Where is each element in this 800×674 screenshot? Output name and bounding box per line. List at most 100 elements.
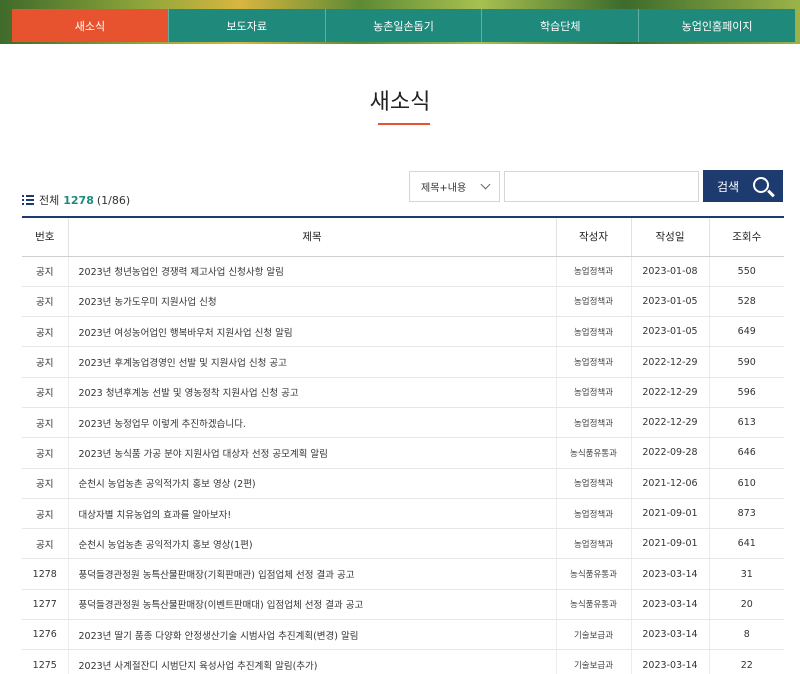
cell-author: 농업정책과 (556, 346, 632, 378)
cell-date: 2021-09-01 (631, 528, 710, 560)
nav-item-study-groups[interactable]: 학습단체 (482, 9, 640, 42)
table-row[interactable]: 공지 2023 청년후계농 선발 및 영농정착 지원사업 신청 공고 농업정책과 20… (22, 377, 784, 408)
total-number: 1278 (63, 193, 94, 207)
cell-title-link[interactable]: 순천시 농업농촌 공익적가치 홍보 영상(1편) (68, 528, 557, 560)
cell-title-link[interactable]: 순천시 농업농촌 공익적가치 홍보 영상 (2편) (68, 468, 557, 499)
cell-date: 2022-12-29 (631, 377, 710, 408)
search-type-value: 제목+내용 (421, 183, 467, 194)
nav-item-press[interactable]: 보도자료 (168, 9, 326, 42)
search-input[interactable] (504, 171, 699, 202)
table-row[interactable]: 1275 2023년 사계절잔디 시범단지 육성사업 추진계획 알림(추가) 기술보… (22, 649, 784, 674)
cell-views: 8 (709, 619, 784, 651)
total-label: 전체 (39, 194, 60, 207)
cell-date: 2022-09-28 (631, 437, 710, 469)
table-row[interactable]: 공지 대상자별 치유농업의 효과를 알아보자! 농업정책과 2021-09-01 873 (22, 498, 784, 530)
table-row[interactable]: 공지 2023년 농가도우미 지원사업 신청 농업정책과 2023-01-05 528 (22, 286, 784, 318)
cell-date: 2023-01-08 (631, 256, 710, 287)
cell-views: 22 (709, 649, 784, 674)
cell-title-link[interactable]: 2023년 후계농업경영인 선발 및 지원사업 신청 공고 (68, 346, 557, 378)
page-title: 새소식 (369, 90, 431, 115)
cell-date: 2023-03-14 (631, 619, 710, 651)
nav-item-news[interactable]: 새소식 (12, 9, 169, 42)
cell-views: 649 (709, 316, 784, 348)
cell-title-link[interactable]: 2023년 사계절잔디 시범단지 육성사업 추진계획 알림(추가) (68, 649, 557, 674)
cell-date: 2023-03-14 (631, 649, 710, 674)
total-count: 전체 1278 (1/86) (22, 192, 130, 208)
top-nav: 새소식 보도자료 농촌일손돕기 학습단체 농업인홈페이지 (12, 9, 795, 42)
cell-views: 873 (709, 498, 784, 530)
cell-author: 농업정책과 (556, 407, 632, 439)
table-header-row: 번호 제목 작성자 작성일 조회수 (22, 217, 784, 257)
cell-title-link[interactable]: 대상자별 치유농업의 효과를 알아보자! (68, 498, 557, 530)
table-row[interactable]: 공지 2023년 여성농어업인 행복바우처 지원사업 신청 알림 농업정책과 2023… (22, 316, 784, 348)
table-row[interactable]: 공지 2023년 농정업무 이렇게 추진하겠습니다. 농업정책과 2022-12-29… (22, 407, 784, 439)
cell-number: 공지 (22, 256, 69, 287)
cell-date: 2023-03-14 (631, 589, 710, 621)
table-row[interactable]: 공지 2023년 농식품 가공 분야 지원사업 대상자 선정 공모계획 알림 농식품… (22, 437, 784, 469)
cell-date: 2023-01-05 (631, 286, 710, 318)
table-row[interactable]: 공지 순천시 농업농촌 공익적가치 홍보 영상(1편) 농업정책과 2021-09-0… (22, 528, 784, 560)
cell-author: 기술보급과 (556, 649, 632, 674)
cell-title-link[interactable]: 2023년 청년농업인 경쟁력 제고사업 신청사항 알림 (68, 256, 557, 287)
cell-author: 농업정책과 (556, 316, 632, 348)
cell-number: 공지 (22, 316, 69, 348)
cell-number: 공지 (22, 377, 69, 408)
cell-views: 20 (709, 589, 784, 621)
cell-title-link[interactable]: 2023년 여성농어업인 행복바우처 지원사업 신청 알림 (68, 316, 557, 348)
search-icon (753, 177, 769, 193)
cell-author: 농업정책과 (556, 468, 632, 499)
cell-author: 농업정책과 (556, 377, 632, 408)
list-icon (22, 195, 34, 205)
search-button-label: 검색 (717, 179, 740, 194)
table-row[interactable]: 공지 2023년 청년농업인 경쟁력 제고사업 신청사항 알림 농업정책과 2023-… (22, 256, 784, 287)
search-button[interactable]: 검색 (703, 170, 783, 202)
table-row[interactable]: 공지 2023년 후계농업경영인 선발 및 지원사업 신청 공고 농업정책과 2022… (22, 346, 784, 378)
cell-views: 613 (709, 407, 784, 439)
cell-number: 공지 (22, 407, 69, 439)
cell-number: 공지 (22, 346, 69, 378)
search-type-select[interactable]: 제목+내용 (409, 171, 500, 202)
nav-item-farmer-homepage[interactable]: 농업인홈페이지 (639, 9, 795, 42)
cell-date: 2021-09-01 (631, 498, 710, 530)
cell-number: 공지 (22, 528, 69, 560)
cell-date: 2021-12-06 (631, 468, 710, 499)
header-title[interactable]: 제목 (68, 217, 557, 257)
header-author[interactable]: 작성자 (556, 217, 632, 257)
cell-views: 641 (709, 528, 784, 560)
cell-author: 농업정책과 (556, 498, 632, 530)
cell-number: 공지 (22, 498, 69, 530)
table-row[interactable]: 1278 풍덕들경관정원 농특산물판매장(기획판매관) 입점업체 선정 결과 공고… (22, 558, 784, 590)
cell-number: 1277 (22, 589, 69, 621)
cell-author: 농식품유통과 (556, 558, 632, 590)
header-views[interactable]: 조회수 (709, 217, 784, 257)
cell-author: 농식품유통과 (556, 589, 632, 621)
cell-number: 공지 (22, 468, 69, 499)
header-date[interactable]: 작성일 (631, 217, 710, 257)
cell-views: 610 (709, 468, 784, 499)
cell-date: 2022-12-29 (631, 346, 710, 378)
cell-views: 550 (709, 256, 784, 287)
table-body: 공지 2023년 청년농업인 경쟁력 제고사업 신청사항 알림 농업정책과 2023-… (22, 256, 784, 674)
cell-views: 590 (709, 346, 784, 378)
cell-number: 1276 (22, 619, 69, 651)
title-underline (378, 123, 430, 125)
page-info: (1/86) (96, 193, 131, 207)
cell-number: 공지 (22, 437, 69, 469)
cell-title-link[interactable]: 2023 청년후계농 선발 및 영농정착 지원사업 신청 공고 (68, 377, 557, 408)
cell-title-link[interactable]: 2023년 농정업무 이렇게 추진하겠습니다. (68, 407, 557, 439)
cell-date: 2023-03-14 (631, 558, 710, 590)
cell-author: 농업정책과 (556, 256, 632, 287)
cell-author: 기술보급과 (556, 619, 632, 651)
cell-title-link[interactable]: 2023년 농식품 가공 분야 지원사업 대상자 선정 공모계획 알림 (68, 437, 557, 469)
cell-views: 528 (709, 286, 784, 318)
nav-item-farm-help[interactable]: 농촌일손돕기 (325, 9, 483, 42)
table-row[interactable]: 공지 순천시 농업농촌 공익적가치 홍보 영상 (2편) 농업정책과 2021-12-… (22, 468, 784, 499)
table-row[interactable]: 1277 풍덕들경관정원 농특산물판매장(이벤트판매대) 입점업체 선정 결과 공… (22, 589, 784, 621)
cell-title-link[interactable]: 풍덕들경관정원 농특산물판매장(기획판매관) 입점업체 선정 결과 공고 (68, 558, 557, 590)
header-number[interactable]: 번호 (22, 217, 69, 257)
table-row[interactable]: 1276 2023년 딸기 품종 다양화 안정생산기술 시범사업 추진계획(변경)… (22, 619, 784, 651)
cell-number: 1278 (22, 558, 69, 590)
cell-title-link[interactable]: 풍덕들경관정원 농특산물판매장(이벤트판매대) 입점업체 선정 결과 공고 (68, 589, 557, 621)
cell-title-link[interactable]: 2023년 농가도우미 지원사업 신청 (68, 286, 557, 318)
cell-title-link[interactable]: 2023년 딸기 품종 다양화 안정생산기술 시범사업 추진계획(변경) 알림 (68, 619, 557, 651)
